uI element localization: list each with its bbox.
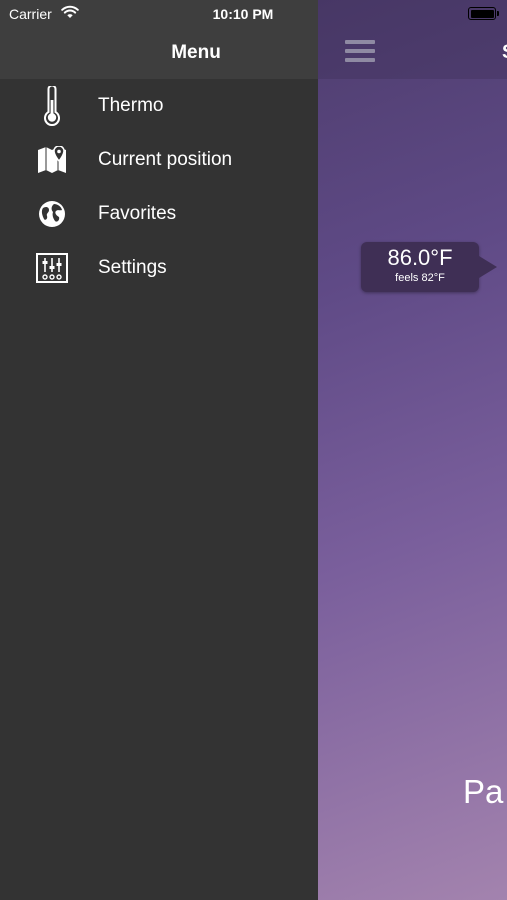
menu-item-settings[interactable]: Settings (0, 241, 318, 295)
menu-item-thermo[interactable]: Thermo (0, 79, 318, 133)
content-nav-bar: S (318, 0, 507, 79)
feels-like-text: feels 82°F (395, 272, 445, 284)
sliders-icon (36, 251, 68, 285)
place-name: Pa (463, 773, 504, 810)
battery-tip (497, 11, 499, 16)
weather-content: S 86.0°F feels 82°F Pa (318, 0, 507, 900)
map-pin-icon (36, 143, 68, 177)
battery-icon (468, 7, 496, 20)
menu-list: Thermo Current position Favorites Settin… (0, 79, 318, 295)
menu-item-favorites[interactable]: Favorites (0, 187, 318, 241)
temperature-value: 86.0°F (387, 245, 453, 270)
menu-item-current-position[interactable]: Current position (0, 133, 318, 187)
menu-drawer: Carrier 10:10 PM Menu Thermo Current pos… (0, 0, 318, 900)
drawer-header: Carrier 10:10 PM Menu (0, 0, 318, 79)
menu-title: Menu (171, 42, 221, 63)
menu-item-label: Thermo (98, 95, 164, 116)
temperature-bubble[interactable]: 86.0°F feels 82°F (361, 242, 497, 292)
menu-item-label: Favorites (98, 203, 177, 224)
menu-item-label: Current position (98, 149, 233, 170)
globe-icon (36, 197, 68, 231)
menu-item-label: Settings (98, 257, 167, 278)
status-time: 10:10 PM (212, 6, 274, 22)
thermometer-icon (36, 86, 68, 126)
content-title: S (502, 42, 507, 64)
